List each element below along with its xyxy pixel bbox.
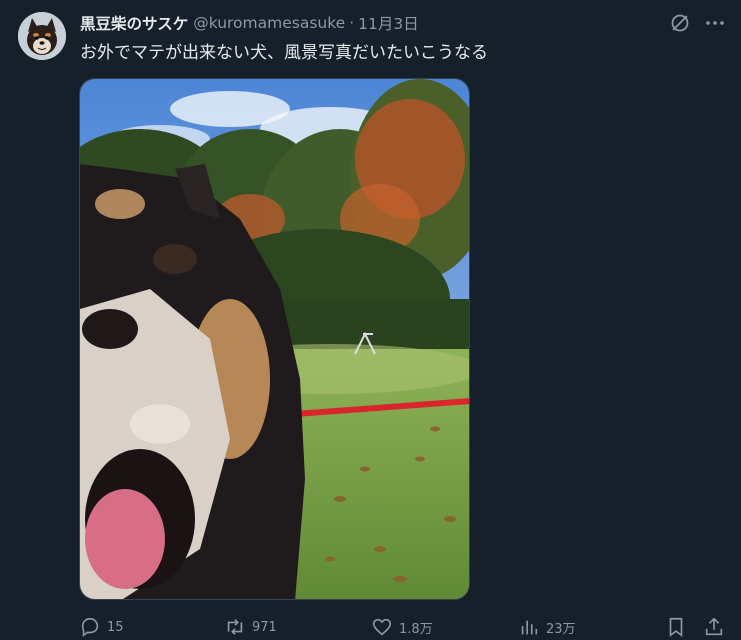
reply-icon [81, 617, 99, 637]
reply-button[interactable]: 15 [79, 616, 124, 638]
tweet-action-bar: 15 971 1.8万 23万 [0, 616, 741, 640]
retweet-button[interactable]: 971 [224, 616, 277, 638]
bookmark-icon[interactable] [665, 616, 687, 638]
avatar-dog-image [18, 12, 66, 60]
retweet-count: 971 [252, 619, 277, 635]
views-icon [521, 620, 538, 635]
like-button[interactable]: 1.8万 [371, 616, 433, 638]
author-name[interactable]: 黒豆柴のサスケ [80, 12, 188, 34]
grok-icon[interactable] [668, 11, 692, 35]
tweet-text: お外でマテが出来ない犬、風景写真だいたいこうなる [80, 43, 488, 63]
separator-dot: · [349, 14, 355, 32]
tweet-header: 黒豆柴のサスケ @kuromamesasuke · 11月3日 [80, 12, 419, 34]
more-icon[interactable] [703, 11, 727, 35]
author-handle[interactable]: @kuromamesasuke [193, 14, 345, 32]
reply-count: 15 [107, 619, 124, 635]
share-icon[interactable] [703, 616, 725, 638]
tweet-photo[interactable] [79, 78, 470, 600]
dog-landscape-photo [80, 79, 469, 599]
views-button[interactable]: 23万 [518, 616, 576, 638]
retweet-icon [227, 619, 243, 635]
like-count: 1.8万 [399, 621, 433, 637]
like-icon [372, 618, 392, 636]
view-count: 23万 [546, 621, 576, 637]
tweet-date[interactable]: 11月3日 [358, 12, 419, 34]
avatar[interactable] [18, 12, 66, 60]
